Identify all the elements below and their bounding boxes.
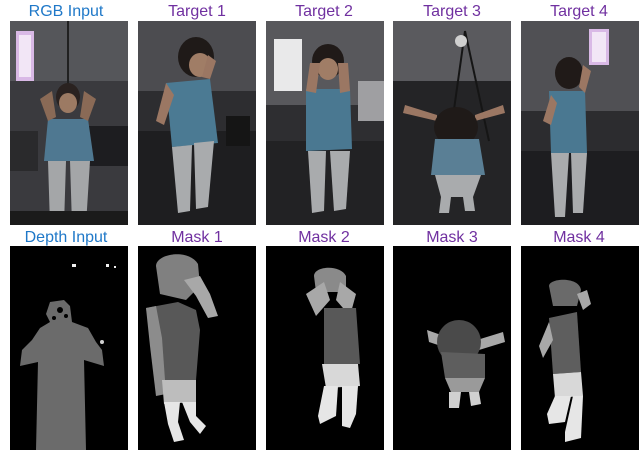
mask-3-image bbox=[393, 246, 511, 450]
mask-1-image bbox=[138, 246, 256, 450]
mask-4-label: Mask 4 bbox=[553, 229, 605, 246]
target-4-label: Target 4 bbox=[550, 3, 608, 20]
target-1-label: Target 1 bbox=[168, 3, 226, 20]
mask-1-label: Mask 1 bbox=[171, 229, 223, 246]
rgb-input-label: RGB Input bbox=[28, 3, 104, 20]
mask-3-label: Mask 3 bbox=[426, 229, 478, 246]
depth-input-image bbox=[10, 246, 128, 450]
mask-2-image bbox=[266, 246, 384, 450]
rgb-input-image bbox=[10, 21, 128, 225]
target-1-image bbox=[138, 21, 256, 225]
target-2-image bbox=[266, 21, 384, 225]
target-3-label: Target 3 bbox=[423, 3, 481, 20]
depth-input-label: Depth Input bbox=[24, 229, 108, 246]
target-4-image bbox=[521, 21, 639, 225]
target-2-label: Target 2 bbox=[295, 3, 353, 20]
target-3-image bbox=[393, 21, 511, 225]
mask-4-image bbox=[521, 246, 639, 450]
mask-2-label: Mask 2 bbox=[298, 229, 350, 246]
